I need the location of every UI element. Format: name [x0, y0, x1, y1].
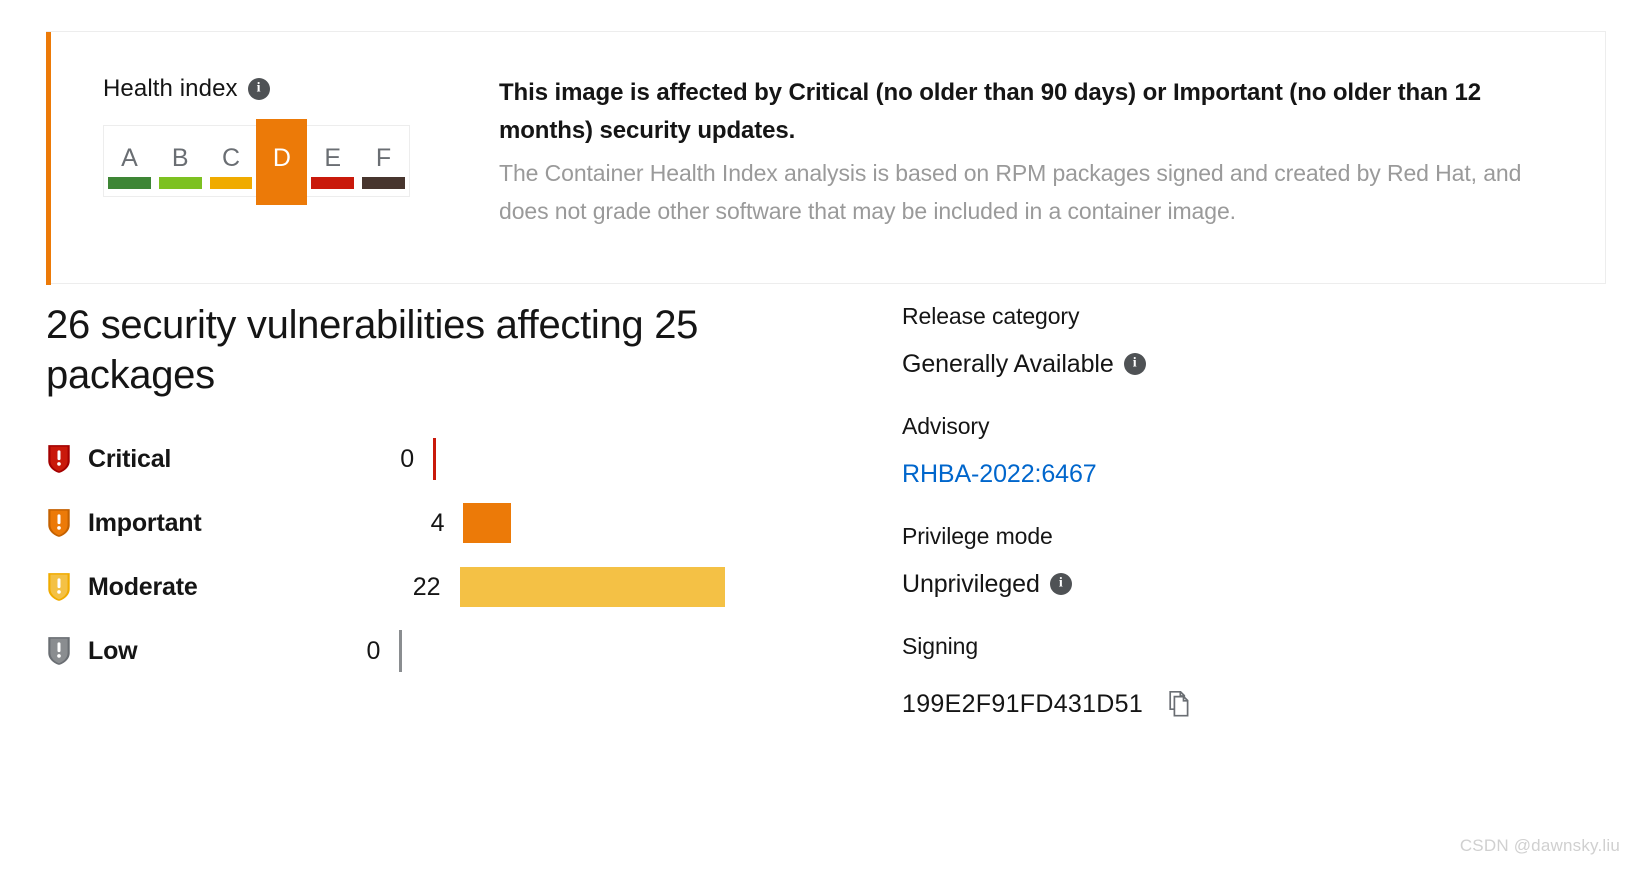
severity-row-important[interactable]: Important 4: [46, 491, 850, 555]
health-index-grade-scale: A B C D E F: [103, 119, 410, 205]
severity-count-moderate: 22: [412, 572, 441, 601]
severity-row-critical[interactable]: Critical 0: [46, 427, 850, 491]
alert-description: The Container Health Index analysis is b…: [499, 160, 1522, 224]
signing-key-value: 199E2F91FD431D51: [902, 690, 1144, 718]
release-category-group: Release category Generally Available i: [902, 300, 1550, 380]
grade-swatch-b: [158, 177, 202, 189]
signing-value-row: 199E2F91FD431D51: [902, 688, 1550, 720]
body-columns: 26 security vulnerabilities affecting 25…: [0, 300, 1640, 750]
severity-bar-zone-low: [399, 630, 850, 672]
severity-label-important: Important: [88, 508, 202, 537]
severity-bar-zone-critical: [433, 438, 850, 480]
image-details-column: Release category Generally Available i A…: [850, 300, 1550, 750]
advisory-group: Advisory RHBA-2022:6467: [902, 410, 1550, 490]
grade-swatch-e: [311, 177, 355, 189]
shield-exclamation-icon: [48, 509, 70, 537]
severity-label-critical: Critical: [88, 444, 172, 473]
health-index-title: Health index: [103, 75, 238, 102]
shield-exclamation-icon: [48, 445, 70, 473]
advisory-link[interactable]: RHBA-2022:6467: [902, 458, 1097, 490]
signing-label: Signing: [902, 633, 979, 659]
severity-label-low: Low: [88, 636, 138, 665]
release-category-value-row: Generally Available i: [902, 348, 1550, 380]
info-icon[interactable]: i: [1049, 573, 1072, 595]
privilege-mode-value: Unprivileged: [902, 570, 1040, 598]
severity-row-low[interactable]: Low 0: [46, 619, 850, 683]
alert-accent-bar: [46, 32, 51, 285]
severity-label-moderate: Moderate: [88, 572, 198, 601]
grade-cell-a[interactable]: A: [104, 126, 155, 196]
advisory-label: Advisory: [902, 413, 990, 439]
release-category-value: Generally Available: [902, 350, 1114, 378]
grade-swatch-a: [108, 177, 151, 189]
grade-swatch-c: [209, 177, 253, 189]
severity-bar-moderate: [459, 567, 725, 607]
watermark: CSDN @dawnsky.liu: [1459, 836, 1620, 855]
health-index-header: Health index i: [103, 75, 451, 103]
grade-cell-c[interactable]: C: [206, 126, 257, 196]
severity-bar-zone-important: [463, 503, 850, 543]
severity-count-important: 4: [430, 508, 445, 537]
privilege-mode-value-row: Unprivileged i: [902, 568, 1550, 600]
grade-cell-f[interactable]: F: [358, 126, 409, 196]
vulnerability-summary-page: Health index i A B C D E F This image is…: [0, 0, 1640, 870]
advisory-value-row: RHBA-2022:6467: [902, 458, 1550, 490]
shield-exclamation-icon: [48, 573, 70, 601]
grade-cell-e[interactable]: E: [307, 126, 358, 196]
grade-letter-e: E: [324, 144, 342, 172]
signing-group: Signing 199E2F91FD431D51: [902, 630, 1550, 720]
privilege-mode-label: Privilege mode: [902, 523, 1053, 549]
alert-title: This image is affected by Critical (no o…: [499, 79, 1481, 144]
severity-list: Critical 0 Important 4 Moderate 22 Low 0: [46, 427, 850, 683]
grade-letter-d: D: [272, 144, 291, 172]
copy-icon[interactable]: [1167, 691, 1191, 717]
info-icon[interactable]: i: [247, 78, 270, 100]
vulnerabilities-heading: 26 security vulnerabilities affecting 25…: [46, 303, 699, 397]
grade-letter-f: F: [375, 144, 392, 172]
health-index-alert: Health index i A B C D E F This image is…: [46, 31, 1606, 285]
severity-row-moderate[interactable]: Moderate 22: [46, 555, 850, 619]
severity-count-critical: 0: [400, 444, 415, 473]
alert-text-block: This image is affected by Critical (no o…: [451, 32, 1605, 283]
vulnerabilities-column: 26 security vulnerabilities affecting 25…: [0, 300, 850, 750]
privilege-mode-group: Privilege mode Unprivileged i: [902, 520, 1550, 600]
release-category-label: Release category: [902, 303, 1080, 329]
grade-cell-d-active[interactable]: D: [256, 119, 308, 205]
health-index-block: Health index i A B C D E F: [51, 32, 451, 283]
info-icon[interactable]: i: [1123, 353, 1146, 375]
grade-letter-a: A: [121, 144, 138, 172]
shield-exclamation-icon: [48, 637, 70, 665]
grade-swatch-f: [362, 177, 405, 189]
severity-bar-low: [399, 630, 403, 672]
grade-letter-c: C: [222, 144, 241, 172]
severity-bar-important: [463, 503, 512, 543]
severity-bar-critical: [433, 438, 437, 480]
grade-cell-b[interactable]: B: [155, 126, 206, 196]
grade-letter-b: B: [171, 144, 189, 172]
severity-count-low: 0: [366, 636, 381, 665]
severity-bar-zone-moderate: [459, 567, 850, 607]
